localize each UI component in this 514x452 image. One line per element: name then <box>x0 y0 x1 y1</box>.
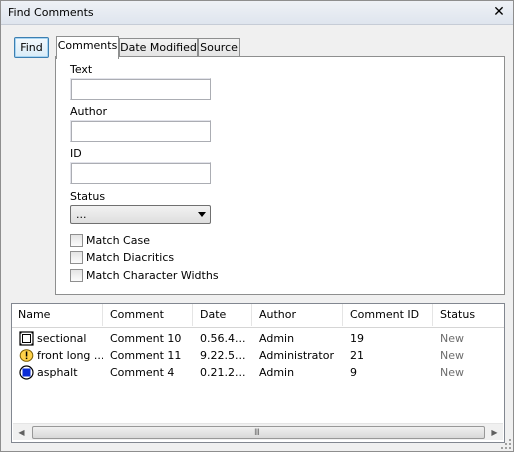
match-character-widths-label: Match Character Widths <box>86 269 219 282</box>
row-author: Administrator <box>259 349 334 362</box>
blue-square-circle-icon <box>19 365 34 380</box>
scrollbar-thumb[interactable]: III <box>32 426 485 439</box>
find-comments-dialog: Find Comments ✕ Find Comments Date Modif… <box>0 0 514 452</box>
title-bar: Find Comments ✕ <box>1 1 513 25</box>
match-case-label: Match Case <box>86 234 150 247</box>
text-label: Text <box>70 63 93 76</box>
table-row[interactable]: front long ... Comment 11 9.22.5... Admi… <box>12 347 504 364</box>
results-list: Name Comment Date Author Comment ID Stat… <box>11 303 505 443</box>
match-diacritics-checkbox[interactable] <box>70 251 83 264</box>
id-label: ID <box>70 147 82 160</box>
row-comment-id: 9 <box>350 366 357 379</box>
table-row[interactable]: asphalt Comment 4 0.21.2... Admin 9 New <box>12 364 504 381</box>
close-icon[interactable]: ✕ <box>491 4 507 20</box>
comments-tab-panel: Text Author ID Status ... Match Case Mat… <box>55 56 505 295</box>
row-status: New <box>440 349 464 362</box>
author-field-wrapper <box>70 120 211 142</box>
row-author: Admin <box>259 366 295 379</box>
row-name: asphalt <box>37 366 78 379</box>
column-header-status[interactable]: Status <box>434 304 504 326</box>
id-field[interactable] <box>71 163 210 183</box>
match-case-checkbox[interactable] <box>70 234 83 247</box>
row-author: Admin <box>259 332 295 345</box>
column-header-author[interactable]: Author <box>253 304 343 326</box>
row-name: sectional <box>37 332 87 345</box>
grip-icon: III <box>254 428 260 438</box>
row-date: 9.22.5... <box>200 349 246 362</box>
status-selected-value: ... <box>76 208 87 221</box>
tab-date-modified[interactable]: Date Modified <box>119 38 198 58</box>
tab-source[interactable]: Source <box>198 38 240 58</box>
status-label: Status <box>70 190 106 203</box>
row-comment: Comment 4 <box>110 366 175 379</box>
column-header-date[interactable]: Date <box>194 304 252 326</box>
id-field-wrapper <box>70 162 211 184</box>
window-title: Find Comments <box>8 6 94 19</box>
warning-circle-icon <box>19 349 34 362</box>
header-divider <box>12 327 504 328</box>
horizontal-scrollbar[interactable]: ◀ III ▶ <box>13 423 503 440</box>
match-character-widths-checkbox[interactable] <box>70 269 83 282</box>
row-comment: Comment 11 <box>110 349 182 362</box>
scroll-left-icon[interactable]: ◀ <box>13 424 30 441</box>
row-comment-id: 21 <box>350 349 364 362</box>
find-button[interactable]: Find <box>14 37 49 58</box>
text-field-wrapper <box>70 78 211 100</box>
column-header-comment-id[interactable]: Comment ID <box>344 304 433 326</box>
tab-comments[interactable]: Comments <box>56 36 119 59</box>
status-dropdown[interactable]: ... <box>70 205 211 224</box>
row-date: 0.21.2... <box>200 366 246 379</box>
row-comment-id: 19 <box>350 332 364 345</box>
row-name: front long ... <box>37 349 103 362</box>
row-status: New <box>440 366 464 379</box>
chevron-down-icon <box>198 212 206 217</box>
row-date: 0.56.4... <box>200 332 246 345</box>
resize-grip-icon[interactable] <box>500 438 512 450</box>
match-diacritics-label: Match Diacritics <box>86 251 175 264</box>
column-header-comment[interactable]: Comment <box>104 304 193 326</box>
author-label: Author <box>70 105 108 118</box>
film-frame-icon <box>19 331 34 346</box>
text-field[interactable] <box>71 79 210 99</box>
table-row[interactable]: sectional Comment 10 0.56.4... Admin 19 … <box>12 330 504 347</box>
author-field[interactable] <box>71 121 210 141</box>
row-comment: Comment 10 <box>110 332 182 345</box>
row-status: New <box>440 332 464 345</box>
column-header-name[interactable]: Name <box>12 304 103 326</box>
